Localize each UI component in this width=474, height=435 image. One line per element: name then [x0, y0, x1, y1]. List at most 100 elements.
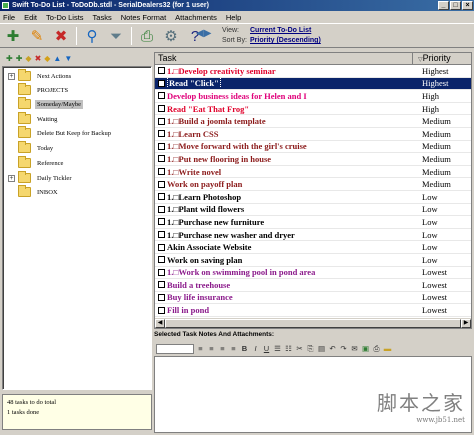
align-left-icon[interactable]: ≡: [196, 344, 205, 353]
bold-icon[interactable]: B: [240, 344, 249, 353]
task-checkbox[interactable]: [158, 218, 165, 226]
tree-item-next-actions[interactable]: + Next Actions: [8, 69, 73, 83]
task-checkbox[interactable]: [158, 155, 165, 163]
expand-icon[interactable]: +: [8, 72, 15, 80]
table-row[interactable]: Akin Associate Website Low: [155, 241, 471, 254]
sort-value-link[interactable]: Priority (Descending): [250, 37, 321, 44]
task-checkbox[interactable]: [158, 231, 165, 239]
column-header-priority[interactable]: ▽Priority: [413, 53, 471, 64]
font-select[interactable]: [156, 343, 194, 354]
tree-item-today[interactable]: Today: [8, 141, 55, 155]
justify-icon[interactable]: ≡: [229, 344, 238, 353]
table-row[interactable]: Build a treehouse Lowest: [155, 279, 471, 292]
table-row[interactable]: Read "Click" Highest: [155, 77, 471, 91]
filter-icon[interactable]: ⏷: [106, 26, 126, 46]
task-checkbox[interactable]: [158, 142, 165, 150]
cut-icon[interactable]: ✂: [295, 344, 304, 353]
align-center-icon[interactable]: ≡: [207, 344, 216, 353]
underline-icon[interactable]: U: [262, 344, 271, 353]
close-button[interactable]: ×: [462, 1, 473, 10]
print-icon[interactable]: ⎙: [137, 26, 157, 46]
task-checkbox[interactable]: [158, 256, 165, 264]
tree-item-waiting[interactable]: Waiting: [8, 112, 59, 126]
copy-icon[interactable]: ⎘: [306, 344, 315, 354]
scroll-left-icon[interactable]: ◀: [155, 319, 165, 328]
move-up-icon[interactable]: ▲: [53, 54, 61, 63]
table-row[interactable]: 1.□Work on swimming pool in pond area Low…: [155, 267, 471, 280]
tree-item-daily-tickler[interactable]: + Daily Tickler: [8, 171, 74, 185]
print-notes-icon[interactable]: ⎙: [372, 344, 381, 354]
search-icon[interactable]: ⚲: [82, 26, 102, 46]
tree-item-reference[interactable]: Reference: [8, 156, 65, 170]
menu-notes-format[interactable]: Notes Format: [121, 13, 166, 22]
task-checkbox[interactable]: [158, 193, 165, 201]
task-checkbox[interactable]: [158, 67, 165, 75]
table-row[interactable]: Read "Eat That Frog" High: [155, 103, 471, 116]
bullets-icon[interactable]: ☰: [273, 344, 282, 353]
settings-icon[interactable]: ⚙: [161, 26, 181, 46]
task-checkbox[interactable]: [158, 92, 165, 100]
tree-item-projects[interactable]: PROJECTS: [8, 83, 70, 97]
move-down-icon[interactable]: ▼: [64, 54, 72, 63]
view-value-link[interactable]: Current To-Do List: [250, 27, 311, 34]
menu-file[interactable]: File: [3, 13, 15, 22]
task-checkbox[interactable]: [158, 168, 165, 176]
image-icon[interactable]: ▣: [361, 344, 370, 353]
task-checkbox[interactable]: [158, 205, 165, 213]
task-checkbox[interactable]: [158, 243, 165, 251]
task-checkbox[interactable]: [158, 293, 165, 301]
view-nav-icon[interactable]: ◀▶: [196, 29, 211, 39]
scroll-right-icon[interactable]: ▶: [461, 319, 471, 328]
maximize-button[interactable]: □: [450, 1, 461, 10]
add-sublist-icon[interactable]: ✚: [16, 54, 23, 63]
notes-editor[interactable]: 脚本之家 www.jb51.net: [154, 356, 472, 433]
table-row[interactable]: 1.□Purchase new washer and dryer Low: [155, 229, 471, 242]
table-row[interactable]: 1.□Write novel Medium: [155, 166, 471, 179]
italic-icon[interactable]: I: [251, 344, 260, 353]
menu-attachments[interactable]: Attachments: [175, 13, 217, 22]
table-row[interactable]: Work on saving plan Low: [155, 254, 471, 267]
task-checkbox[interactable]: [158, 105, 165, 113]
table-row[interactable]: 1.□Move forward with the girl's cruise Me…: [155, 141, 471, 154]
task-checkbox[interactable]: [158, 117, 165, 125]
scroll-thumb[interactable]: [165, 319, 461, 328]
expand-icon[interactable]: +: [8, 174, 15, 182]
task-checkbox[interactable]: [158, 79, 165, 87]
menu-edit[interactable]: Edit: [24, 13, 37, 22]
menu-help[interactable]: Help: [226, 13, 241, 22]
paste-icon[interactable]: ▤: [317, 344, 326, 353]
edit-list-icon[interactable]: ◆: [25, 54, 31, 63]
task-checkbox[interactable]: [158, 306, 165, 314]
table-row[interactable]: 1.□Learn CSS Medium: [155, 128, 471, 141]
task-checkbox[interactable]: [158, 281, 165, 289]
redo-icon[interactable]: ↷: [339, 344, 348, 353]
add-list-icon[interactable]: ✚: [6, 54, 13, 63]
column-header-task[interactable]: Task: [155, 53, 413, 64]
menu-todo-lists[interactable]: To-Do Lists: [46, 13, 84, 22]
tree-item-someday-maybe[interactable]: Someday/Maybe: [8, 97, 84, 111]
table-row[interactable]: 1.□Develop creativity seminar Highest: [155, 65, 471, 78]
table-row[interactable]: Work on payoff plan Medium: [155, 178, 471, 191]
align-right-icon[interactable]: ≡: [218, 344, 227, 353]
delete-list-icon[interactable]: ✖: [35, 54, 42, 63]
table-row[interactable]: 1.□Plant wild flowers Low: [155, 204, 471, 217]
table-row[interactable]: Develop business ideas for Helen and I Hi…: [155, 90, 471, 103]
list-properties-icon[interactable]: ◆: [44, 54, 50, 63]
task-checkbox[interactable]: [158, 268, 165, 276]
table-row[interactable]: 1.□Put new flooring in house Medium: [155, 153, 471, 166]
edit-task-icon[interactable]: ✎: [27, 26, 47, 46]
tree-item-inbox[interactable]: INBOX: [8, 185, 60, 199]
open-folder-icon[interactable]: ▬: [383, 344, 392, 353]
attach-icon[interactable]: ✉: [350, 344, 359, 353]
title-bar[interactable]: Swift To-Do List - ToDoDb.stdl - SerialD…: [0, 0, 474, 11]
horizontal-scrollbar[interactable]: ◀ ▶: [155, 318, 471, 328]
numbering-icon[interactable]: ☷: [284, 344, 293, 353]
table-row[interactable]: 1.□Learn Photoshop Low: [155, 191, 471, 204]
minimize-button[interactable]: _: [438, 1, 449, 10]
table-row[interactable]: Buy life insurance Lowest: [155, 292, 471, 305]
undo-icon[interactable]: ↶: [328, 344, 337, 353]
table-row[interactable]: 1.□Purchase new furniture Low: [155, 216, 471, 229]
table-row[interactable]: 1.□Build a joomla template Medium: [155, 115, 471, 128]
menu-tasks[interactable]: Tasks: [93, 13, 112, 22]
new-task-icon[interactable]: ✚: [3, 26, 23, 46]
